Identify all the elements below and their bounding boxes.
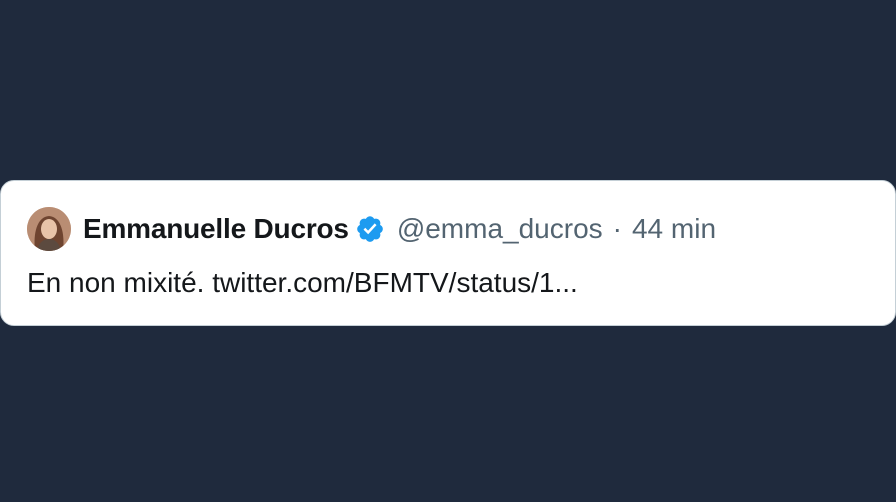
verified-badge-icon bbox=[355, 214, 385, 244]
screenshot-page: Emmanuelle Ducros @emma_ducros · 44 min … bbox=[0, 0, 896, 502]
author-handle[interactable]: @emma_ducros bbox=[397, 213, 603, 245]
tweet-timestamp[interactable]: 44 min bbox=[632, 213, 716, 245]
author-display-name[interactable]: Emmanuelle Ducros bbox=[83, 213, 349, 245]
tweet-header: Emmanuelle Ducros @emma_ducros · 44 min bbox=[27, 205, 716, 253]
quoted-tweet-card[interactable]: Emmanuelle Ducros @emma_ducros · 44 min … bbox=[0, 180, 896, 326]
author-avatar[interactable] bbox=[27, 207, 71, 251]
meta-separator: · bbox=[612, 213, 622, 244]
tweet-text: En non mixité. twitter.com/BFMTV/status/… bbox=[27, 267, 578, 298]
